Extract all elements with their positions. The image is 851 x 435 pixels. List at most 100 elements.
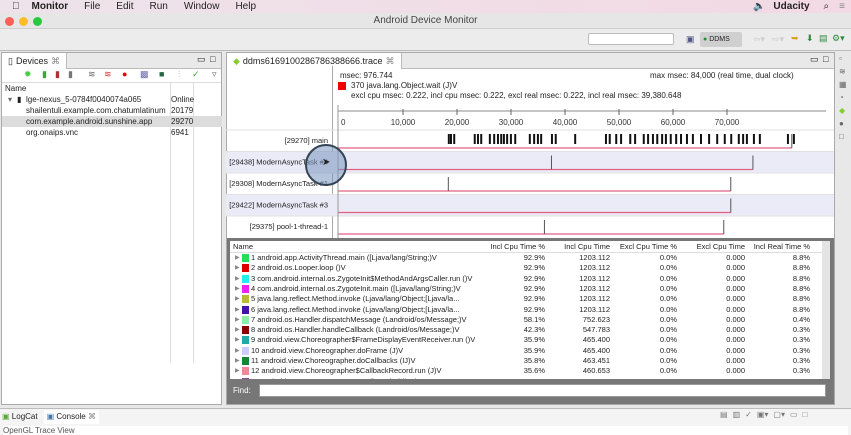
device-icon[interactable]: ▤ bbox=[819, 33, 828, 44]
menu-run[interactable]: Run bbox=[150, 1, 168, 12]
download-icon[interactable]: ⬇ bbox=[806, 33, 814, 44]
expand-arrow-icon[interactable]: ▶ bbox=[235, 356, 240, 366]
expand-arrow-icon[interactable]: ▶ bbox=[235, 366, 240, 376]
profile-row[interactable]: ▶ 10 android.view.Choreographer.doFrame … bbox=[230, 346, 822, 356]
expand-arrow-icon[interactable]: ▶ bbox=[235, 325, 240, 335]
profile-row[interactable]: ▶ 8 android.os.Handler.handleCallback (L… bbox=[230, 325, 822, 335]
profile-row[interactable]: ▶ 11 android.view.Choreographer.doCallba… bbox=[230, 356, 822, 366]
update-heap-icon[interactable]: ▮ bbox=[42, 69, 47, 80]
device-row[interactable]: ▾ ▮ lge-nexus_5-0784f0040074a065 Online bbox=[2, 94, 222, 105]
tab-devices[interactable]: ▯ Devices ⌘ bbox=[2, 53, 67, 69]
spotlight-icon[interactable]: ⌕ bbox=[824, 1, 830, 12]
expand-arrow-icon[interactable]: ▶ bbox=[235, 346, 240, 356]
ddms-perspective-button[interactable]: ● DDMS bbox=[700, 32, 742, 47]
close-tab-icon[interactable]: ⌘ bbox=[51, 53, 60, 69]
close-tab-icon[interactable]: ⌘ bbox=[386, 53, 395, 69]
minimize-panel-icon[interactable]: ▭ bbox=[790, 410, 798, 419]
apple-icon[interactable]:  bbox=[12, 1, 20, 12]
method-profiling-icon[interactable]: ≋ bbox=[104, 69, 112, 80]
open-console-icon[interactable]: ▢▾ bbox=[773, 410, 785, 419]
expand-arrow-icon[interactable]: ▶ bbox=[235, 274, 240, 284]
maximize-panel-icon[interactable]: □ bbox=[823, 54, 828, 64]
method-call-mark bbox=[550, 155, 552, 170]
pin-console-icon[interactable]: ✓ bbox=[745, 410, 752, 419]
expand-arrow-icon[interactable]: ▶ bbox=[235, 284, 240, 294]
back-nav-icon[interactable]: ⇦▾ bbox=[753, 34, 765, 45]
close-window-button[interactable] bbox=[5, 17, 14, 26]
process-row[interactable]: org.onaips.vnc 6941 bbox=[2, 127, 222, 138]
column-header[interactable]: Name bbox=[233, 241, 253, 253]
profile-row[interactable]: ▶ 7 android.os.Handler.dispatchMessage (… bbox=[230, 315, 822, 325]
dump-hprof-icon[interactable]: ▮ bbox=[55, 69, 60, 80]
find-input[interactable] bbox=[259, 384, 826, 397]
column-header[interactable]: Incl Cpu Time bbox=[564, 241, 610, 253]
profile-row[interactable]: ▶ 9 android.view.Choreographer$FrameDisp… bbox=[230, 335, 822, 345]
tab-trace[interactable]: ◆ ddms6169100286786388666.trace ⌘ bbox=[227, 53, 402, 69]
threads-icon[interactable]: ≋ bbox=[839, 65, 851, 78]
menu-help[interactable]: Help bbox=[235, 1, 256, 12]
android-icon[interactable]: ◆ bbox=[839, 104, 851, 117]
restore-icon[interactable]: ▫ bbox=[839, 52, 851, 65]
expand-arrow-icon[interactable]: ▶ bbox=[235, 263, 240, 273]
android-tool-icon[interactable]: ⚙▾ bbox=[832, 33, 845, 44]
minimize-window-button[interactable] bbox=[19, 17, 28, 26]
hierarchy-dump-icon[interactable]: ■ bbox=[159, 69, 164, 79]
cause-gc-icon[interactable]: ▮ bbox=[68, 69, 73, 80]
profile-row[interactable]: ▶ 12 android.view.Choreographer$Callback… bbox=[230, 366, 822, 376]
expand-arrow-icon[interactable]: ▶ bbox=[235, 315, 240, 325]
menu-window[interactable]: Window bbox=[184, 1, 220, 12]
systrace-icon[interactable]: ⫶ bbox=[178, 69, 180, 80]
close-tab-icon[interactable]: ⌘ bbox=[88, 412, 96, 421]
quick-access-search-input[interactable] bbox=[588, 33, 674, 45]
expand-arrow-icon[interactable]: ▶ bbox=[235, 305, 240, 315]
tab-console[interactable]: ▣ Console ⌘ bbox=[43, 410, 99, 424]
volume-icon[interactable]: 🔈 bbox=[753, 1, 765, 12]
zoom-window-button[interactable] bbox=[33, 17, 42, 26]
column-header[interactable]: Excl Cpu Time % bbox=[620, 241, 677, 253]
process-row-selected[interactable]: com.example.android.sunshine.app 29270 bbox=[2, 116, 222, 127]
expand-arrow-icon[interactable]: ▶ bbox=[235, 253, 240, 263]
scroll-lock-icon[interactable]: ▥ bbox=[733, 410, 741, 419]
expand-arrow-icon[interactable]: ▶ bbox=[235, 377, 240, 380]
debug-icon[interactable]: ✹ bbox=[24, 69, 32, 80]
minimize-panel-icon[interactable]: ▭ bbox=[810, 54, 819, 65]
profile-row[interactable]: ▶ 5 java.lang.reflect.Method.invoke (Lja… bbox=[230, 294, 822, 304]
view-menu-icon[interactable]: ▿ bbox=[212, 69, 217, 80]
minimize-panel-icon[interactable]: ▭ bbox=[197, 54, 206, 65]
forward-nav-icon[interactable]: ⇨▾ bbox=[772, 34, 784, 45]
menu-file[interactable]: File bbox=[84, 1, 100, 12]
expand-arrow-icon[interactable]: ▶ bbox=[235, 335, 240, 345]
menu-app[interactable]: Monitor bbox=[32, 1, 69, 12]
screen-capture-icon[interactable]: ▩ bbox=[140, 69, 149, 80]
maximize-panel-icon[interactable]: □ bbox=[210, 54, 215, 64]
emulator-icon[interactable]: ● bbox=[839, 117, 851, 130]
expand-arrow-icon[interactable]: ▶ bbox=[235, 294, 240, 304]
folder-arrow-icon[interactable]: ➥ bbox=[791, 33, 799, 44]
table-scrollbar[interactable] bbox=[822, 241, 830, 379]
clear-console-icon[interactable]: ▤ bbox=[720, 410, 728, 419]
profile-row[interactable]: ▶ 13 android.os.MessageQueue.next ()Land… bbox=[230, 377, 822, 379]
display-console-icon[interactable]: ▣▾ bbox=[757, 410, 769, 419]
tab-logcat[interactable]: ▣ LogCat bbox=[2, 410, 38, 424]
opengl-trace-icon[interactable]: ✓ bbox=[192, 69, 200, 80]
expand-arrow-icon[interactable]: ▾ bbox=[8, 94, 12, 105]
update-threads-icon[interactable]: ≋ bbox=[88, 69, 96, 80]
user-name[interactable]: Udacity bbox=[773, 1, 809, 12]
notification-list-icon[interactable]: ≡ bbox=[839, 1, 845, 12]
maximize-panel-icon[interactable]: □ bbox=[803, 410, 808, 419]
process-row[interactable]: shailentuli.example.com.chatumlatinum 20… bbox=[2, 105, 222, 116]
menu-edit[interactable]: Edit bbox=[116, 1, 133, 12]
column-header[interactable]: Excl Cpu Time bbox=[697, 241, 745, 253]
profile-row[interactable]: ▶ 3 com.android.internal.os.ZygoteInit$M… bbox=[230, 274, 822, 284]
file-explorer-icon[interactable]: □ bbox=[839, 130, 851, 143]
heap-icon[interactable]: ▦ bbox=[839, 78, 851, 91]
open-perspective-icon[interactable]: ▣ bbox=[686, 34, 695, 45]
profile-row[interactable]: ▶ 4 com.android.internal.os.ZygoteInit.m… bbox=[230, 284, 822, 294]
network-icon[interactable]: ◔ bbox=[839, 91, 851, 104]
profile-row[interactable]: ▶ 2 android.os.Looper.loop ()V 92.9% 1203.… bbox=[230, 263, 822, 273]
profile-row[interactable]: ▶ 6 java.lang.reflect.Method.invoke (Lja… bbox=[230, 305, 822, 315]
profile-row[interactable]: ▶ 1 android.app.ActivityThread.main ([Lj… bbox=[230, 253, 822, 263]
column-header[interactable]: Incl Real Time % bbox=[754, 241, 810, 253]
column-header[interactable]: Incl Cpu Time % bbox=[490, 241, 545, 253]
stop-process-icon[interactable]: ● bbox=[122, 69, 127, 79]
